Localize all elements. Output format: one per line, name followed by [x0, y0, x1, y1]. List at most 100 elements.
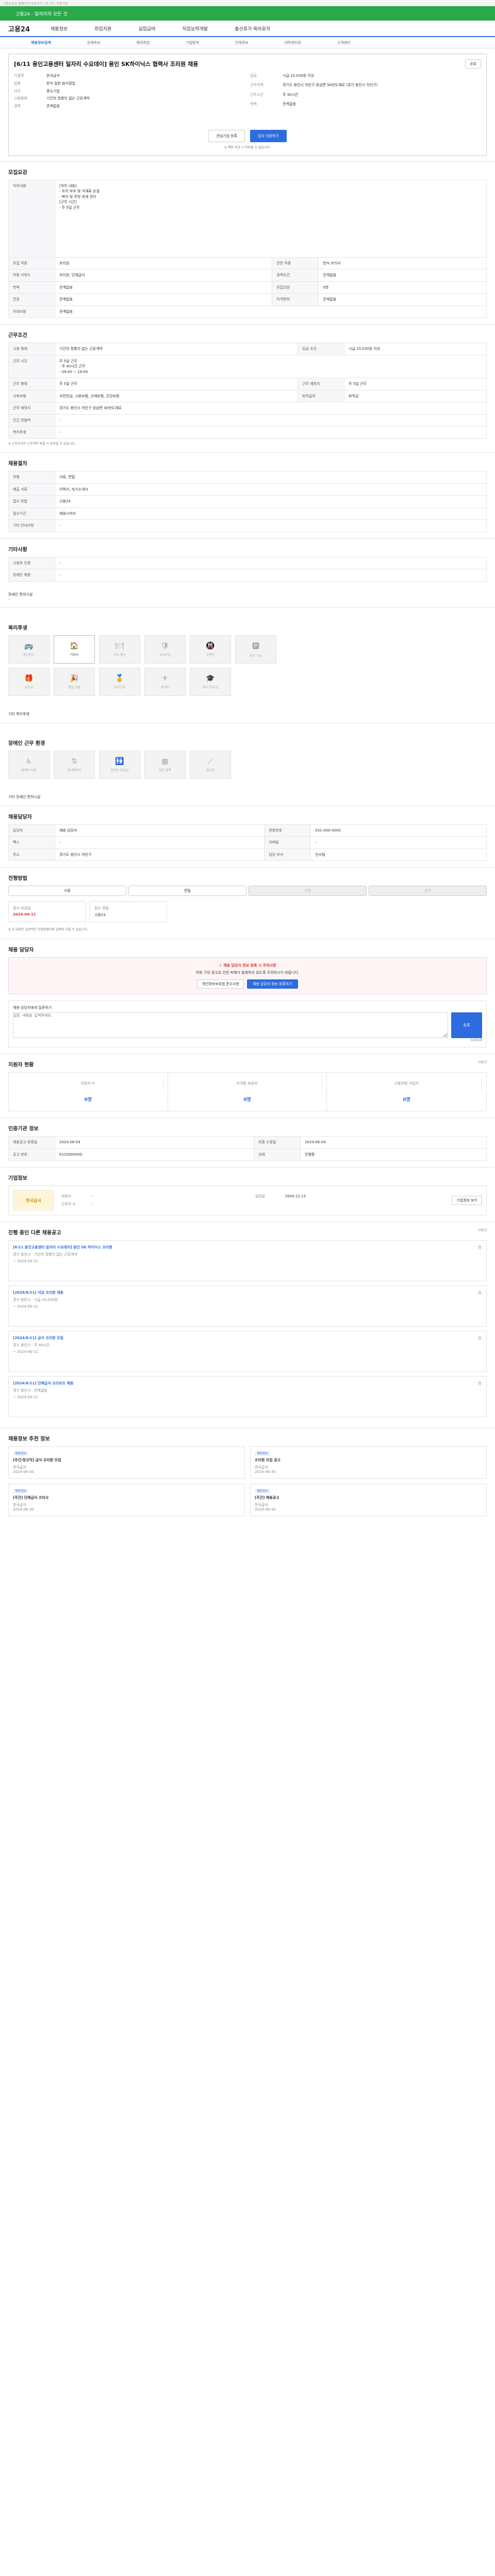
subnav-item[interactable]: 채용정보검색 — [31, 40, 51, 45]
subnav-item[interactable]: 대학생지원 — [285, 40, 301, 45]
row-value: 0명 — [318, 281, 487, 294]
subnav-item[interactable]: 고객센터 — [337, 40, 351, 45]
star-icon[interactable]: ☆ — [477, 1335, 482, 1341]
job-title: [6/11 용인고용센터 일자리 수요데이] 용인 SK하이닉스 협력사 조리원… — [14, 61, 199, 67]
company-card: 한국급식 대표자 - 설립일 2004.12.13 근로자 수 - 기업정보 보기 — [8, 1185, 487, 1216]
table-row: 기타 안내사항 - — [8, 519, 487, 532]
row-value: 관계없음 — [55, 305, 487, 318]
subnav-item[interactable]: 해외취업 — [136, 40, 150, 45]
env-heading: 장애인 근무 환경 — [8, 740, 45, 747]
welfare-icon: 🎓 — [206, 674, 215, 683]
row-label: 관련 직종 — [272, 257, 319, 270]
conditions-heading: 근무조건 — [8, 333, 27, 339]
process-step: 합격 — [369, 886, 487, 896]
register-manager-button[interactable]: 채용 담당자 정보 등록하기 — [247, 979, 298, 989]
qna-submit-button[interactable]: 등록 — [451, 1012, 482, 1038]
row-value: 진행중 — [300, 1148, 487, 1161]
welfare-label: 통근버스 — [23, 653, 35, 657]
posting-title[interactable]: [2024/6/11] 급식 조리원 모집 — [13, 1335, 482, 1341]
welfare-icon: 🎉 — [70, 674, 79, 683]
gnb-item[interactable]: 실업급여 — [138, 25, 155, 32]
row-label: 전공 — [8, 293, 55, 306]
star-icon[interactable]: ☆ — [477, 1290, 482, 1296]
recommend-title[interactable]: [주간] 단체급식 조리사 — [13, 1495, 240, 1500]
company-info-button[interactable]: 기업정보 보기 — [452, 1196, 482, 1206]
gnb-item[interactable]: 채용정보 — [51, 25, 68, 32]
applicants-more-link[interactable]: 더보기 — [478, 1060, 487, 1072]
posting-date: ~ 2024-06-11 — [13, 1395, 38, 1400]
process-step: 최종 — [249, 886, 367, 896]
subnav-item[interactable]: 공채속보 — [87, 40, 101, 45]
posting-title[interactable]: [2024/6/11] 식당 조리원 채용 — [13, 1290, 482, 1295]
other-posting[interactable]: [6/11 용인고용센터 일자리 수요데이] 용인 SK 하이닉스 조리원 경기 … — [8, 1240, 487, 1282]
posting-meta: 경기 용인시 · 시급 10,030원 — [13, 1298, 58, 1302]
recommend-card[interactable]: 채용정보 [주간] 채용공고 한국급식 2024-06-30 — [250, 1484, 487, 1517]
row-label: 임금 조건 — [298, 343, 345, 355]
company-heading: 기업정보 — [8, 1176, 27, 1182]
share-button[interactable]: 공유 — [465, 59, 481, 69]
recommend-title[interactable]: [주간/정규직] 급식 조리원 모집 — [13, 1458, 240, 1463]
env-icon: ▦ — [161, 757, 169, 766]
other-posting[interactable]: [2024/6/11] 식당 조리원 채용경기 용인시 · 시급 10,030원… — [8, 1285, 487, 1327]
welfare-icon: 🛡 — [160, 641, 170, 650]
size-value: 중소기업 — [46, 89, 60, 93]
other-posting[interactable]: [2024/6/11] 단체급식 조리보조 채용 경기 용인시 · 관계없음 ~ 2… — [8, 1376, 487, 1418]
star-icon[interactable]: ☆ — [477, 1245, 482, 1250]
gnb-item[interactable]: 직업능력개발 — [182, 25, 208, 32]
table-row: 사회보험 국민연금, 고용보험, 산재보험, 건강보험 퇴직급여 퇴직금 — [8, 389, 487, 403]
top-banner[interactable]: 고용24 - 일자리의 모든 것 — [0, 6, 495, 21]
star-icon[interactable]: ☆ — [477, 1381, 482, 1386]
posting-title[interactable]: [2024/6/11] 단체급식 조리보조 채용 — [13, 1381, 482, 1386]
manager-heading: 채용담당자 — [8, 814, 32, 820]
warning-text: 허위 구인 광고로 인한 피해가 발생하지 않도록 주의하시기 바랍니다. — [195, 970, 300, 975]
established-value: 2004.12.13 — [285, 1194, 306, 1199]
table-row: 모집 직종 조리원 관련 직종 한식 조리사 — [8, 257, 487, 270]
row-value: 기간의 정함이 없는 근로계약 — [54, 343, 299, 355]
employees-value: - — [91, 1201, 93, 1206]
table-row: 제출 서류 이력서, 자기소개서 — [8, 483, 487, 496]
scrap-button[interactable]: 관심기업 등록 — [208, 129, 245, 142]
recommend-card[interactable]: 채용정보 [주간] 단체급식 조리사 한국급식 2024-06-30 — [8, 1484, 245, 1517]
row-value: - — [55, 556, 487, 570]
others-more-link[interactable]: 더보기 — [478, 1228, 487, 1240]
apply-button[interactable]: 입사 지원하기 — [250, 129, 287, 142]
gnb-item[interactable]: 출산휴가·육아휴직 — [235, 25, 270, 32]
env-item: 🚻 장애인 화장실 — [99, 750, 140, 779]
gnb-item[interactable]: 취업지원 — [94, 25, 111, 32]
subnav-item[interactable]: 인재정보 — [235, 40, 249, 45]
table-row: 장애인 채용 - — [8, 569, 487, 582]
welfare-label: 4대보험 — [159, 653, 171, 657]
site-logo[interactable]: 고용24 — [8, 24, 30, 33]
row-label: 채용공고 등록일 — [8, 1136, 55, 1149]
history-heading: 인증기관 정보 — [8, 1126, 39, 1132]
manager-table: 담당자 채용 담당자 전화번호 031-000-0000 팩스 - 이메일 - 주소 경기도 용인… — [8, 824, 487, 861]
recommend-title[interactable]: [주간] 채용공고 — [255, 1495, 482, 1500]
row-value: - — [54, 836, 265, 849]
welfare-heading: 복리후생 — [8, 625, 27, 631]
warning-section: 채용 담당자 ⚠ 채용 담당자 정보 등록 시 주의사항 허위 구인 광고로 인… — [0, 938, 495, 1054]
row-value: 관계없음 — [318, 269, 487, 282]
stat-cell: 고용보험 가입자 0명 — [327, 1073, 486, 1111]
recommend-company: 한국급식 — [255, 1465, 268, 1470]
row-label: 고용부 인증 — [8, 556, 55, 570]
gnb-menu: 채용정보 취업지원 실업급여 직업능력개발 출산휴가·육아휴직 — [51, 25, 270, 32]
warning-heading: 채용 담당자 — [8, 947, 34, 953]
etc-table: 고용부 인증 - 장애인 채용 - — [8, 556, 487, 582]
company-value: 한국급식 — [46, 74, 60, 78]
summary-left: 기업명 한국급식 업종 한식 일반 음식점업 규모 중소기업 고용형태 기간의 정함이 … — [14, 74, 245, 109]
recommend-badge: 채용정보 — [255, 1489, 271, 1494]
subnav-item[interactable]: 기업탐색 — [186, 40, 199, 45]
recommend-card[interactable]: 채용정보 [주간/정규직] 급식 조리원 모집 한국급식 2024-06-30 — [8, 1446, 245, 1479]
other-posting[interactable]: [2024/6/11] 급식 조리원 모집 경기 용인시 · 주 40시간 ~ 20… — [8, 1331, 487, 1372]
recommend-title[interactable]: 조리원 모집 공고 — [255, 1458, 482, 1463]
disability-facility: 장애인 편의시설 - — [8, 592, 487, 601]
row-label: 전화번호 — [264, 824, 311, 837]
utility-text[interactable]: 고용노동부 홈페이지 바로가기 / 로그인 / 회원가입 — [3, 2, 68, 6]
privacy-guide-button[interactable]: 개인정보보호법 준수사항 — [197, 979, 244, 989]
qna-textarea[interactable] — [13, 1012, 448, 1038]
row-value: - — [55, 519, 487, 532]
recommend-badge: 채용정보 — [13, 1451, 29, 1456]
recommend-card[interactable]: 채용정보 조리원 모집 공고 한국급식 2024-06-30 — [250, 1446, 487, 1479]
posting-title[interactable]: [6/11 용인고용센터 일자리 수요데이] 용인 SK 하이닉스 조리원 — [13, 1245, 482, 1250]
disability-heading: 장애인 편의시설 — [8, 592, 33, 597]
